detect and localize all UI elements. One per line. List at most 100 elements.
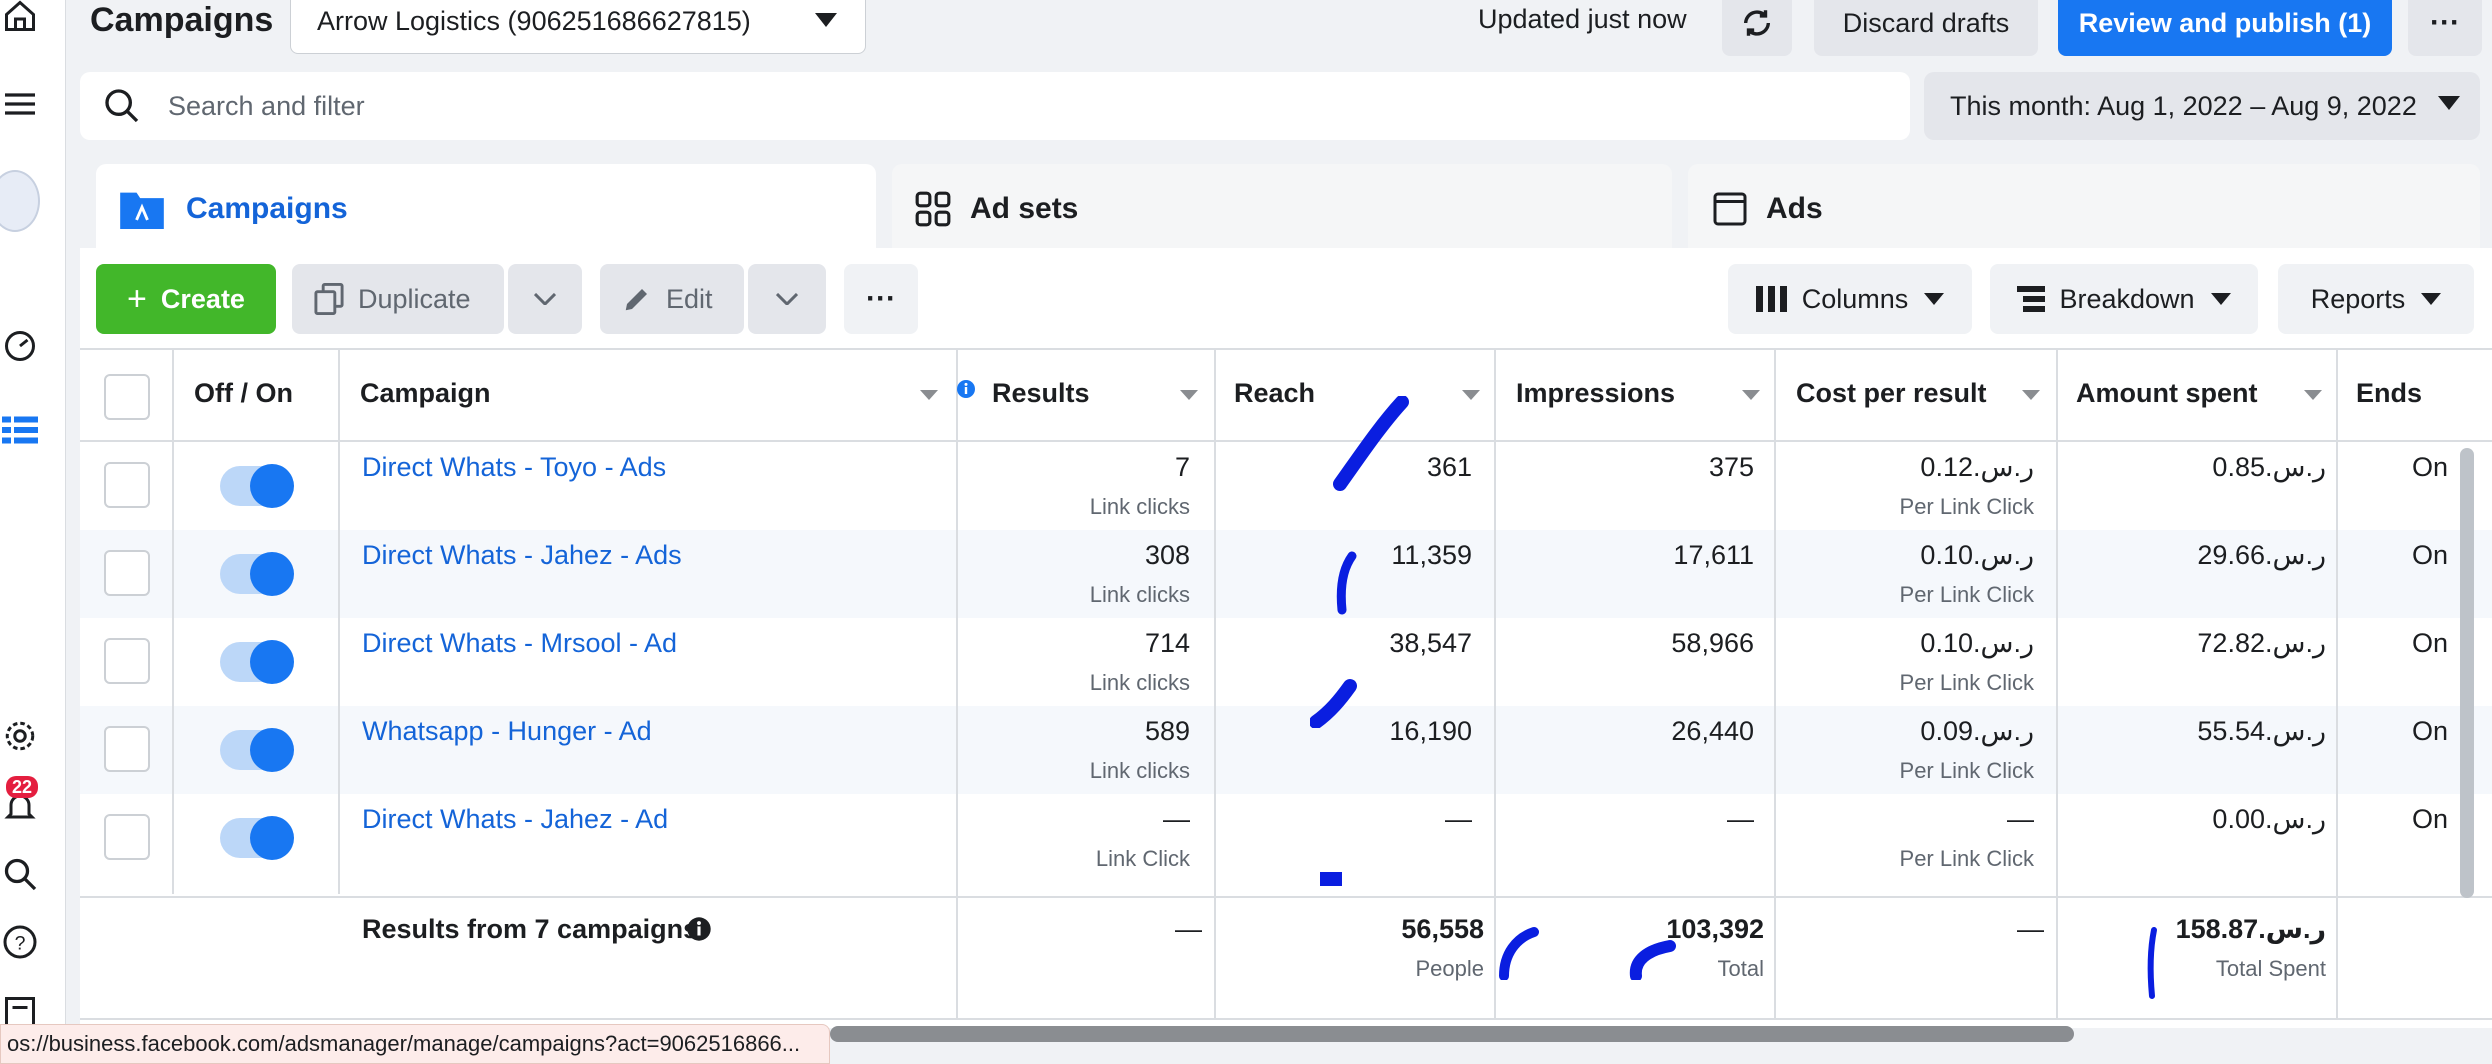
vertical-scrollbar[interactable] <box>2460 448 2474 898</box>
cost-per-result-type: Per Link Click <box>1899 670 2034 695</box>
cost-per-result-value: ر.س.0.10 <box>1920 628 2034 658</box>
chevron-down-icon <box>815 13 837 27</box>
settings-gear-icon[interactable] <box>0 714 40 758</box>
account-avatar[interactable] <box>0 170 40 232</box>
sort-caret-icon[interactable] <box>920 390 938 400</box>
annotation-scribble <box>1629 940 1676 980</box>
edit-button[interactable]: Edit <box>600 264 744 334</box>
refresh-button[interactable] <box>1722 0 1792 56</box>
campaign-on-off-toggle[interactable] <box>220 816 294 860</box>
sort-caret-icon[interactable] <box>2304 390 2322 400</box>
more-dots-icon: ··· <box>866 282 896 315</box>
search-icon[interactable] <box>0 852 40 896</box>
ends-value: On <box>2412 716 2449 746</box>
row-checkbox[interactable] <box>104 550 150 596</box>
campaign-on-off-toggle[interactable] <box>220 464 294 508</box>
cost-per-result-value: — <box>2007 804 2034 834</box>
row-checkbox[interactable] <box>104 814 150 860</box>
search-filter-bar[interactable]: Search and filter <box>80 72 1910 140</box>
pencil-icon <box>625 289 647 311</box>
annotation-scribble <box>1320 872 1342 886</box>
sort-caret-icon[interactable] <box>2022 390 2040 400</box>
table-bottom-border <box>80 1018 2492 1020</box>
campaign-on-off-toggle[interactable] <box>220 640 294 684</box>
create-label: Create <box>160 283 245 314</box>
dashboard-gauge-icon[interactable] <box>0 324 40 368</box>
impressions-value: — <box>1727 804 1754 834</box>
cost-per-result-value: ر.س.0.10 <box>1920 540 2034 570</box>
cost-per-result-type: Per Link Click <box>1899 582 2034 607</box>
results-type: Link clicks <box>1089 494 1190 519</box>
totals-label: Results from 7 campaigns <box>362 914 699 944</box>
more-options-button[interactable]: ··· <box>2408 0 2482 56</box>
edit-dropdown-button[interactable] <box>748 264 826 334</box>
results-type: Link Click <box>1095 846 1190 871</box>
column-header-cost-per-result[interactable]: Cost per result <box>1796 378 1987 409</box>
sort-caret-icon[interactable] <box>1180 390 1198 400</box>
column-header-off-on[interactable]: Off / On <box>194 378 293 409</box>
column-header-impressions[interactable]: Impressions <box>1516 378 1675 409</box>
tab-campaigns[interactable]: Campaigns <box>96 164 876 254</box>
row-checkbox[interactable] <box>104 726 150 772</box>
table-header-border <box>80 440 2492 442</box>
campaign-name-link[interactable]: Direct Whats - Jahez - Ad <box>362 804 668 835</box>
campaign-name-link[interactable]: Direct Whats - Toyo - Ads <box>362 452 666 483</box>
svg-text:?: ? <box>15 933 26 955</box>
totals-reach: 56,558 <box>1401 914 1484 944</box>
menu-icon[interactable] <box>0 82 40 126</box>
amount-spent-value: ر.س.0.85 <box>2212 452 2326 482</box>
tab-ad-sets[interactable]: Ad sets <box>892 164 1672 254</box>
create-button[interactable]: + Create <box>96 264 276 334</box>
impressions-value: 58,966 <box>1671 628 1754 658</box>
column-divider <box>1774 348 1776 1018</box>
review-and-publish-button[interactable]: Review and publish (1) <box>2058 0 2392 56</box>
breakdown-button[interactable]: Breakdown <box>1990 264 2258 334</box>
select-all-checkbox[interactable] <box>104 374 150 420</box>
sort-caret-icon[interactable] <box>1462 390 1480 400</box>
browser-status-url: os://business.facebook.com/adsmanager/ma… <box>0 1024 830 1064</box>
ads-manager-table-icon[interactable] <box>0 408 40 452</box>
chevron-down-icon <box>534 293 556 305</box>
home-icon[interactable] <box>0 0 40 38</box>
column-divider <box>1214 348 1216 1018</box>
column-header-results[interactable]: Results <box>992 378 1090 409</box>
horizontal-scrollbar[interactable] <box>830 1026 2074 1042</box>
columns-button[interactable]: Columns <box>1728 264 1972 334</box>
date-range-picker[interactable]: This month: Aug 1, 2022 – Aug 9, 2022 <box>1924 72 2480 140</box>
totals-results: — <box>1175 914 1202 944</box>
column-header-reach[interactable]: Reach <box>1234 378 1315 409</box>
column-header-ends[interactable]: Ends <box>2356 378 2422 409</box>
row-checkbox[interactable] <box>104 638 150 684</box>
duplicate-label: Duplicate <box>358 283 471 314</box>
duplicate-dropdown-button[interactable] <box>508 264 582 334</box>
reports-button[interactable]: Reports <box>2278 264 2474 334</box>
ad-account-selector[interactable]: Arrow Logistics (906251686627815) <box>290 0 866 54</box>
sort-caret-icon[interactable] <box>1742 390 1760 400</box>
chevron-down-icon <box>2210 293 2231 305</box>
column-header-campaign[interactable]: Campaign <box>360 378 491 409</box>
row-checkbox[interactable] <box>104 462 150 508</box>
tab-ad-sets-label: Ad sets <box>970 192 1079 225</box>
info-icon[interactable] <box>686 916 712 942</box>
column-divider <box>2056 348 2058 1018</box>
campaign-name-link[interactable]: Whatsapp - Hunger - Ad <box>362 716 652 747</box>
discard-drafts-button[interactable]: Discard drafts <box>1814 0 2038 56</box>
amount-spent-value: ر.س.0.00 <box>2212 804 2326 834</box>
column-divider <box>1494 348 1496 1018</box>
chevron-down-icon <box>1924 293 1945 305</box>
totals-amount-spent-type: Total Spent <box>2215 956 2326 981</box>
column-header-amount-spent[interactable]: Amount spent <box>2076 378 2258 409</box>
campaign-folder-icon <box>120 192 164 229</box>
duplicate-button[interactable]: Duplicate <box>292 264 504 334</box>
tab-ads[interactable]: Ads <box>1688 164 2480 254</box>
campaign-name-link[interactable]: Direct Whats - Mrsool - Ad <box>362 628 677 659</box>
campaign-name-link[interactable]: Direct Whats - Jahez - Ads <box>362 540 682 571</box>
totals-cost-per-result: — <box>2017 914 2044 944</box>
campaign-on-off-toggle[interactable] <box>220 728 294 772</box>
table-totals-border <box>80 896 2492 898</box>
help-icon[interactable]: ? <box>0 920 40 964</box>
campaign-on-off-toggle[interactable] <box>220 552 294 596</box>
info-icon[interactable] <box>956 378 976 400</box>
columns-label: Columns <box>1801 283 1909 314</box>
toolbar-more-button[interactable]: ··· <box>844 264 918 334</box>
